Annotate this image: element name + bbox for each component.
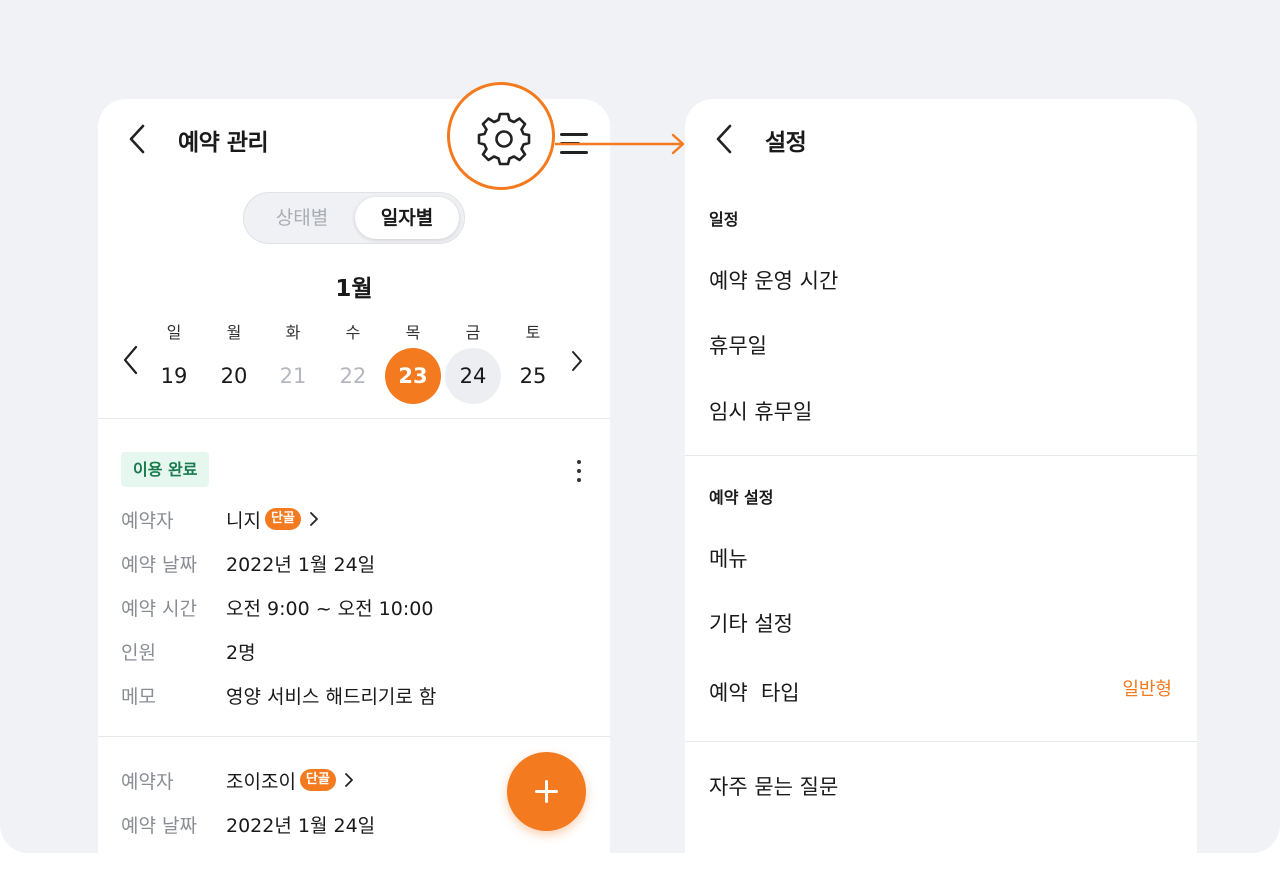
booking-people: 2명 bbox=[226, 642, 256, 664]
weekday-fri: 금 bbox=[465, 323, 481, 342]
booker-name: 니지 bbox=[226, 509, 261, 532]
prev-week-icon[interactable] bbox=[120, 343, 142, 377]
back-arrow-icon[interactable] bbox=[710, 121, 740, 157]
weekday-thu: 목 bbox=[405, 323, 421, 342]
view-toggle: 상태별 일자별 bbox=[243, 192, 465, 244]
weekday-sun: 일 bbox=[166, 323, 182, 342]
tab-by-status[interactable]: 상태별 bbox=[252, 197, 352, 239]
date-25[interactable]: 25 bbox=[505, 348, 561, 404]
chevron-right-icon bbox=[342, 771, 356, 789]
setting-menu[interactable]: 메뉴 bbox=[685, 531, 1197, 583]
settings-screen: 설정 일정 예약 운영 시간 휴무일 임시 휴무일 예약 설정 메뉴 기타 설정… bbox=[685, 99, 1197, 853]
date-22[interactable]: 22 bbox=[325, 348, 381, 404]
month-label: 1월 bbox=[335, 276, 373, 302]
booking-time: 오전 9:00 ~ 오전 10:00 bbox=[226, 598, 434, 620]
booking-date: 2022년 1월 24일 bbox=[226, 815, 376, 837]
regular-badge: 단골 bbox=[299, 769, 336, 791]
weekday-wed: 수 bbox=[345, 323, 361, 342]
canvas: 예약 관리 상태별 일자별 1월 일 월 화 수 목 금 토 19 20 21 … bbox=[0, 0, 1280, 853]
date-label: 예약 날짜 bbox=[121, 554, 197, 576]
tab-by-date[interactable]: 일자별 bbox=[355, 197, 459, 239]
booker-link[interactable]: 조이조이 단골 bbox=[226, 765, 356, 795]
date-20[interactable]: 20 bbox=[206, 348, 262, 404]
chevron-right-icon bbox=[307, 510, 321, 528]
settings-button[interactable] bbox=[447, 82, 555, 190]
status-badge: 이용 완료 bbox=[121, 452, 210, 487]
weekday-tue: 화 bbox=[285, 323, 301, 342]
booker-label: 예약자 bbox=[121, 771, 174, 793]
setting-operating-hours[interactable]: 예약 운영 시간 bbox=[685, 253, 1197, 305]
page-title: 설정 bbox=[765, 130, 807, 156]
divider bbox=[98, 736, 610, 737]
gear-icon bbox=[477, 112, 531, 166]
booker-label: 예약자 bbox=[121, 510, 174, 532]
divider bbox=[685, 741, 1197, 742]
setting-booking-type[interactable]: 예약 타입 일반형 bbox=[685, 665, 1197, 717]
booker-name: 조이조이 bbox=[226, 770, 296, 793]
weekday-mon: 월 bbox=[226, 323, 242, 342]
next-week-icon[interactable] bbox=[566, 348, 588, 374]
arrow-connector bbox=[555, 133, 685, 155]
booking-memo: 영양 서비스 해드리기로 함 bbox=[226, 686, 437, 708]
weekday-sat: 토 bbox=[525, 323, 541, 342]
add-reservation-button[interactable] bbox=[507, 752, 586, 831]
regular-badge: 단골 bbox=[264, 508, 301, 530]
date-21[interactable]: 21 bbox=[265, 348, 321, 404]
setting-temporary-holidays[interactable]: 임시 휴무일 bbox=[685, 384, 1197, 436]
booker-link[interactable]: 니지 단골 bbox=[226, 504, 321, 534]
setting-faq[interactable]: 자주 묻는 질문 bbox=[685, 759, 1197, 811]
booking-date: 2022년 1월 24일 bbox=[226, 554, 376, 576]
booking-type-value: 일반형 bbox=[1122, 679, 1172, 700]
date-label: 예약 날짜 bbox=[121, 815, 197, 837]
setting-holidays[interactable]: 휴무일 bbox=[685, 318, 1197, 370]
page-title: 예약 관리 bbox=[178, 130, 269, 156]
divider bbox=[98, 418, 610, 419]
date-24[interactable]: 24 bbox=[445, 348, 501, 404]
date-23-selected[interactable]: 23 bbox=[385, 348, 441, 404]
setting-other[interactable]: 기타 설정 bbox=[685, 596, 1197, 648]
people-label: 인원 bbox=[121, 642, 156, 664]
back-arrow-icon[interactable] bbox=[123, 121, 153, 157]
more-options-icon[interactable] bbox=[566, 456, 592, 486]
memo-label: 메모 bbox=[121, 686, 156, 708]
date-19[interactable]: 19 bbox=[146, 348, 202, 404]
time-label: 예약 시간 bbox=[121, 598, 197, 620]
divider bbox=[685, 455, 1197, 456]
section-title-schedule: 일정 bbox=[709, 210, 739, 229]
section-title-booking-settings: 예약 설정 bbox=[709, 488, 774, 507]
reservation-management-screen: 예약 관리 상태별 일자별 1월 일 월 화 수 목 금 토 19 20 21 … bbox=[98, 99, 610, 853]
